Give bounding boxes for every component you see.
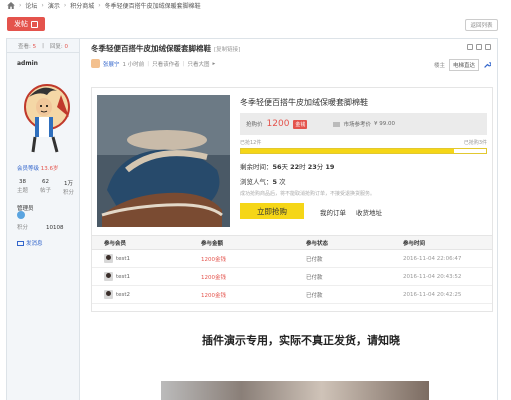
user-avatar[interactable] bbox=[104, 290, 113, 299]
stat-threads[interactable]: 38 主题 bbox=[17, 179, 28, 196]
post-time: 1 小时前 bbox=[122, 61, 145, 68]
thread-title: 冬季轻便百搭牛皮加绒保暖套脚棉鞋 [复制链接] bbox=[91, 44, 241, 53]
product-name: 冬季轻便百搭牛皮加绒保暖套脚棉鞋 bbox=[240, 98, 368, 107]
price-box: 抢购价 1200 金钱 市场参考价 ¥ 99.00 bbox=[240, 113, 487, 135]
member-group-label: 会员等级 bbox=[17, 166, 40, 172]
table-row: test2 1200金钱 已付款 2016-11-04 20:42:25 bbox=[92, 286, 492, 304]
buy-now-button[interactable]: 立即抢购 bbox=[240, 203, 304, 219]
purchased-label: 已抢购3件 bbox=[463, 140, 487, 146]
breadcrumb-demo[interactable]: 演示 bbox=[48, 1, 60, 10]
breadcrumb-current[interactable]: 冬季轻便百搭牛皮加绒保暖套脚棉鞋 bbox=[105, 1, 201, 10]
user-avatar[interactable] bbox=[104, 272, 113, 281]
shipping-address-link[interactable]: 收货地址 bbox=[356, 207, 382, 217]
user-name[interactable]: test2 bbox=[116, 292, 130, 298]
arrow-icon: ▸ bbox=[212, 60, 216, 67]
price-value: 1200 bbox=[266, 119, 290, 129]
floor-tools: 楼主 电梯直达 bbox=[434, 59, 491, 71]
breadcrumb: › 论坛 › 演示 › 积分商城 › 冬季轻便百搭牛皮加绒保暖套脚棉鞋 bbox=[7, 0, 201, 10]
market-price: 市场参考价 ¥ 99.00 bbox=[333, 120, 395, 128]
member-group[interactable]: 会员等级 13.6岁 bbox=[17, 164, 59, 172]
author-mini-avatar[interactable] bbox=[91, 59, 100, 68]
stat-points[interactable]: 1万 积分 bbox=[63, 179, 74, 196]
only-big-images-link[interactable]: 只看大图 bbox=[188, 60, 210, 68]
author-stats: 38 主题 62 帖子 1万 积分 bbox=[17, 179, 74, 196]
new-post-button[interactable]: 发帖 bbox=[7, 17, 45, 31]
post-meta: 张展宁 1 小时前 | 只看该作者 | 只看大图 ▸ bbox=[91, 59, 215, 68]
content-image[interactable] bbox=[161, 381, 429, 400]
views-label: 查看: bbox=[17, 43, 31, 50]
participants-table: 参与会员 参与金额 参与状态 参与时间 test1 1200金钱 已付款 201… bbox=[92, 235, 492, 304]
table-row: test1 1200金钱 已付款 2016-11-04 20:43:52 bbox=[92, 268, 492, 286]
replies-label: 回复: bbox=[49, 43, 63, 50]
post-author[interactable]: 张展宁 bbox=[103, 60, 120, 68]
prev-thread-icon[interactable] bbox=[476, 44, 482, 50]
jump-floor-select[interactable]: 电梯直达 bbox=[448, 59, 479, 71]
points-row: 积分 10108 bbox=[17, 225, 64, 231]
medal-icon bbox=[17, 211, 25, 219]
new-post-label: 发帖 bbox=[14, 20, 28, 28]
my-orders-link[interactable]: 我的订单 bbox=[320, 207, 346, 217]
table-header: 参与会员 参与金额 参与状态 参与时间 bbox=[92, 235, 492, 250]
views-popularity: 浏览人气：5 次 bbox=[240, 178, 286, 186]
stat-posts[interactable]: 62 帖子 bbox=[40, 179, 51, 196]
print-icon[interactable] bbox=[467, 44, 473, 50]
price-unit-badge: 金钱 bbox=[293, 119, 308, 129]
tag-icon bbox=[333, 121, 341, 127]
next-thread-icon[interactable] bbox=[485, 44, 491, 50]
progress-labels: 已抢12件 已抢购3件 bbox=[240, 139, 487, 146]
mail-icon bbox=[17, 240, 24, 246]
back-to-list-button[interactable]: 返回列表 bbox=[465, 19, 498, 31]
send-message-link[interactable]: 发消息 bbox=[17, 239, 43, 247]
edit-icon bbox=[31, 20, 38, 28]
user-avatar[interactable] bbox=[104, 254, 113, 263]
thread-frame: 查看: 5 | 回复: 0 admin 会员等级 13.6岁 38 主题 62 帖子… bbox=[6, 38, 498, 400]
title-tools bbox=[467, 44, 491, 50]
sales-progress-bar bbox=[240, 148, 487, 154]
breadcrumb-forum[interactable]: 论坛 bbox=[25, 1, 37, 10]
post-headline: 插件演示专用，实际不真正发货，请知晓 bbox=[202, 334, 400, 347]
purchase-notice: 成功抢购商品后，将不能取消抢购订单，不接受退换货服务。 bbox=[240, 191, 376, 197]
views-count: 5 bbox=[32, 43, 37, 50]
floor-label: 楼主 bbox=[433, 63, 445, 69]
user-name[interactable]: test1 bbox=[116, 274, 130, 280]
home-icon[interactable] bbox=[7, 1, 15, 9]
wrench-icon[interactable] bbox=[483, 61, 491, 69]
member-group-value: 13.6岁 bbox=[40, 166, 59, 172]
author-name[interactable]: admin bbox=[7, 53, 79, 67]
sales-progress-fill bbox=[241, 149, 455, 153]
price-label: 抢购价 bbox=[246, 122, 263, 128]
table-row: test1 1200金钱 已付款 2016-11-04 22:06:47 bbox=[92, 250, 492, 268]
only-author-link[interactable]: 只看该作者 bbox=[152, 60, 180, 68]
remaining-time: 剩余时间：56天 22时 23分 19 bbox=[240, 163, 335, 171]
sold-label: 已抢12件 bbox=[240, 140, 262, 146]
product-card: 冬季轻便百搭牛皮加绒保暖套脚棉鞋 抢购价 1200 金钱 市场参考价 ¥ 99.… bbox=[91, 87, 493, 312]
avatar[interactable] bbox=[17, 77, 72, 157]
breadcrumb-mall[interactable]: 积分商城 bbox=[70, 1, 94, 10]
thread-stats: 查看: 5 | 回复: 0 bbox=[7, 39, 79, 53]
copy-link[interactable]: [复制链接] bbox=[214, 47, 240, 53]
author-sidebar: 查看: 5 | 回复: 0 admin 会员等级 13.6岁 38 主题 62 帖子… bbox=[7, 39, 80, 400]
product-image[interactable] bbox=[97, 95, 230, 227]
replies-count: 0 bbox=[64, 43, 69, 50]
user-name[interactable]: test1 bbox=[116, 256, 130, 262]
